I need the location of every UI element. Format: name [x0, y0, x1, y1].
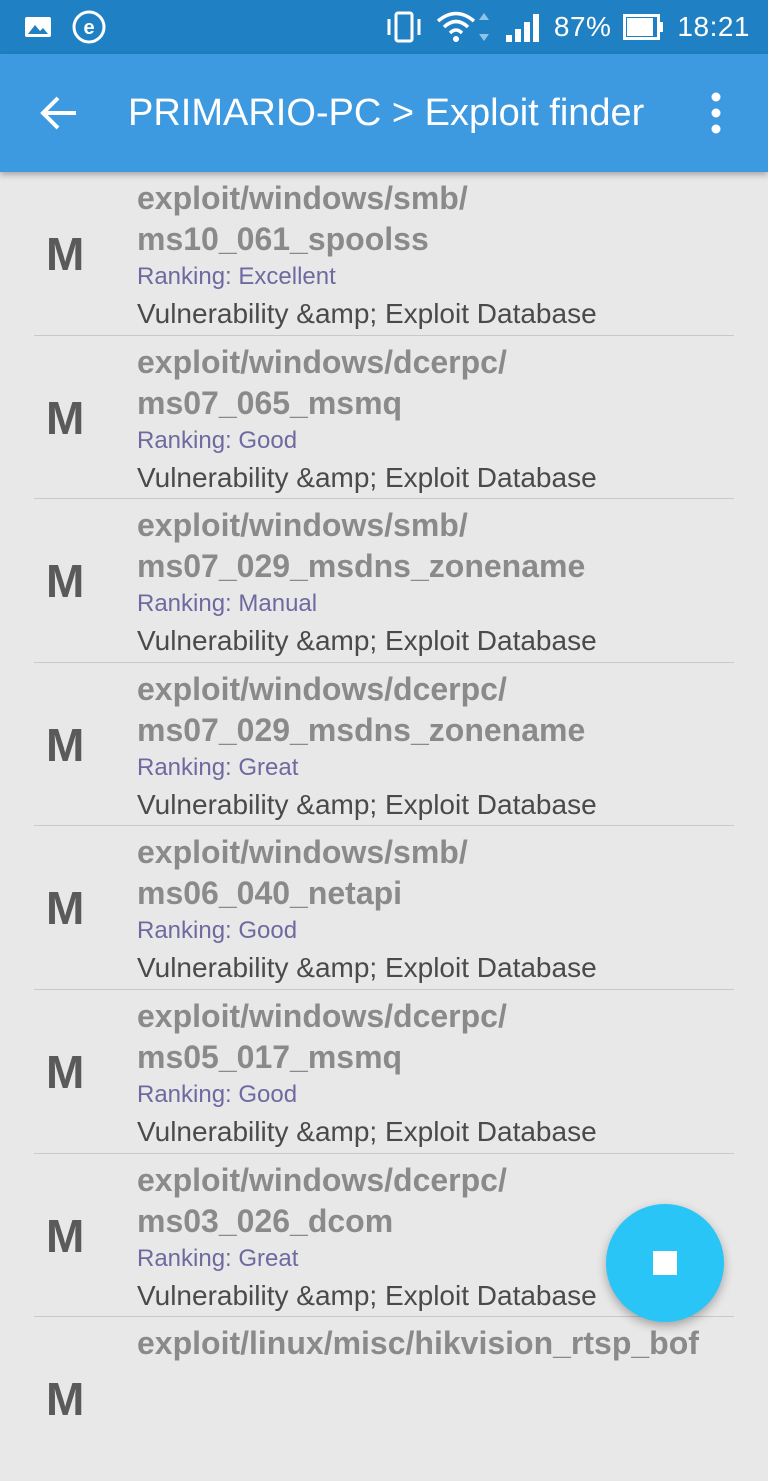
exploit-name: ms10_061_spoolss — [137, 221, 429, 257]
exploit-ranking: Ranking: Manual — [137, 590, 318, 618]
exploit-ranking: Ranking: Good — [137, 426, 298, 454]
stop-button[interactable] — [606, 1204, 724, 1322]
exploit-source: Vulnerability &amp; Exploit Database — [137, 788, 597, 820]
list-item[interactable]: M exploit/windows/dcerpc/ ms07_065_msmq … — [0, 336, 768, 500]
list-item[interactable]: M exploit/windows/smb/ ms07_029_msdns_zo… — [0, 499, 768, 663]
vibrate-icon — [384, 10, 424, 44]
exploit-source: Vulnerability &amp; Exploit Database — [137, 952, 597, 984]
back-arrow-icon[interactable] — [38, 92, 80, 134]
list-item-content: exploit/windows/smb/ ms10_061_spoolss Ra… — [137, 178, 737, 334]
list-item[interactable]: M exploit/windows/smb/ ms06_040_netapi R… — [0, 826, 768, 990]
more-options-icon[interactable] — [700, 90, 732, 136]
exploit-ranking: Ranking: Good — [137, 1080, 298, 1108]
stop-icon — [653, 1251, 677, 1275]
exploit-path: exploit/windows/dcerpc/ — [137, 670, 507, 707]
page-title: PRIMARIO-PC > Exploit finder — [128, 92, 645, 134]
status-bar-system: 87% 18:21 — [384, 8, 750, 46]
exploit-source: Vulnerability &amp; Exploit Database — [137, 625, 597, 657]
module-type-badge: M — [46, 1209, 85, 1262]
list-item-content: exploit/windows/dcerpc/ ms07_029_msdns_z… — [137, 669, 737, 825]
app-bar: PRIMARIO-PC > Exploit finder — [0, 54, 768, 172]
module-type-badge: M — [46, 1045, 85, 1098]
battery-icon — [623, 14, 665, 40]
module-type-badge: M — [46, 1373, 85, 1426]
list-item[interactable]: M exploit/windows/dcerpc/ ms05_017_msmq … — [0, 990, 768, 1154]
list-item-content: exploit/windows/smb/ ms06_040_netapi Ran… — [137, 832, 737, 988]
list-item[interactable]: M exploit/windows/dcerpc/ ms07_029_msdns… — [0, 663, 768, 827]
e-app-icon: e — [72, 10, 106, 44]
exploit-ranking: Ranking: Great — [137, 753, 299, 781]
exploit-ranking: Ranking: Excellent — [137, 263, 336, 290]
svg-text:e: e — [83, 17, 94, 39]
list-item[interactable]: M exploit/linux/misc/hikvision_rtsp_bof — [0, 1317, 768, 1481]
exploit-path: exploit/windows/smb/ — [137, 507, 468, 544]
exploit-name: ms06_040_netapi — [137, 875, 403, 912]
exploit-source: Vulnerability &amp; Exploit Database — [137, 461, 597, 493]
status-bar-notifications: e — [24, 10, 106, 44]
exploit-path: exploit/windows/smb/ — [137, 834, 468, 871]
exploit-source: Vulnerability &amp; Exploit Database — [137, 1115, 597, 1147]
module-type-badge: M — [46, 391, 85, 444]
list-item[interactable]: M exploit/windows/smb/ ms10_061_spoolss … — [0, 172, 768, 336]
list-item-content: exploit/linux/misc/hikvision_rtsp_bof — [137, 1323, 737, 1364]
signal-icon — [504, 11, 542, 43]
exploit-path: exploit/windows/dcerpc/ — [137, 997, 507, 1034]
module-type-badge: M — [46, 555, 85, 608]
exploit-path: exploit/linux/misc/hikvision_rtsp_bof — [137, 1325, 699, 1362]
exploit-ranking: Ranking: Good — [137, 917, 298, 945]
wifi-icon — [436, 10, 492, 44]
list-item-content: exploit/windows/smb/ ms07_029_msdns_zone… — [137, 505, 737, 661]
status-bar: e 87% 18:21 — [0, 0, 768, 54]
exploit-source: Vulnerability &amp; Exploit Database — [137, 298, 597, 329]
exploit-path: exploit/windows/smb/ — [137, 180, 468, 216]
gallery-icon — [24, 15, 52, 39]
module-type-badge: M — [46, 882, 85, 935]
exploit-name: ms07_065_msmq — [137, 384, 403, 421]
clock: 18:21 — [677, 11, 750, 42]
exploit-name: ms07_029_msdns_zonename — [137, 548, 586, 585]
exploit-path: exploit/windows/dcerpc/ — [137, 343, 507, 380]
list-item-content: exploit/windows/dcerpc/ ms07_065_msmq Ra… — [137, 342, 737, 498]
battery-percent: 87% — [553, 11, 612, 42]
module-type-badge: M — [46, 718, 85, 771]
exploit-name: ms07_029_msdns_zonename — [137, 711, 586, 748]
list-item-content: exploit/windows/dcerpc/ ms05_017_msmq Ra… — [137, 996, 737, 1152]
exploit-name: ms05_017_msmq — [137, 1038, 403, 1075]
module-type-badge: M — [46, 228, 85, 280]
exploit-path: exploit/windows/dcerpc/ — [137, 1161, 507, 1198]
